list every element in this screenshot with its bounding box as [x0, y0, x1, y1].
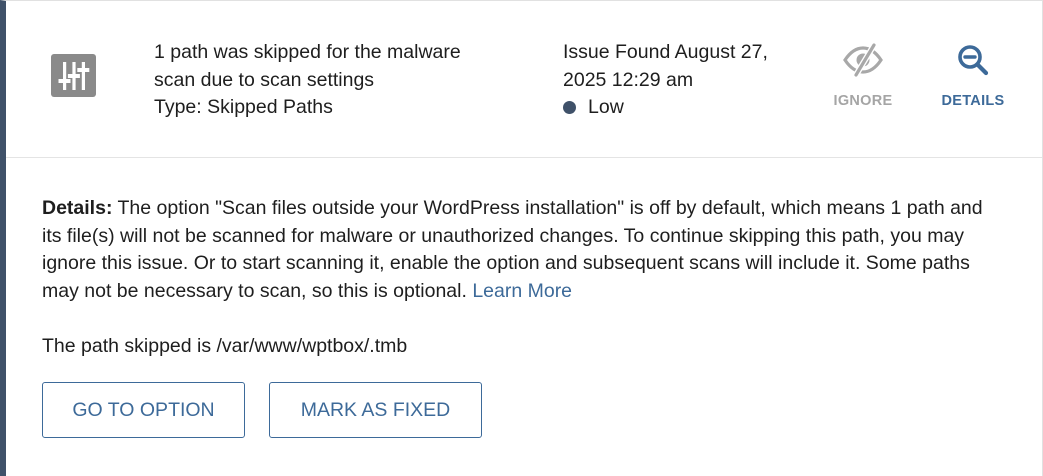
issue-type: Type: Skipped Paths [154, 96, 333, 118]
issue-found-date-line1: Issue Found August 27, [563, 41, 768, 63]
mark-as-fixed-button[interactable]: MARK AS FIXED [269, 382, 482, 438]
details-button[interactable]: DETAILS [936, 41, 1010, 109]
issue-title-line2: scan due to scan settings [154, 68, 375, 91]
go-to-option-button[interactable]: GO TO OPTION [42, 382, 245, 438]
issue-found-info: Issue Found August 27, 2025 12:29 am Low [563, 39, 768, 122]
magnifier-minus-icon [956, 41, 990, 79]
ignore-label: IGNORE [833, 93, 893, 109]
issue-title-line1: 1 path was skipped for the malware [154, 41, 461, 63]
details-label: DETAILS [941, 93, 1005, 109]
issue-header: 1 path was skipped for the malware scan … [6, 1, 1042, 158]
eye-slash-icon [842, 41, 884, 79]
learn-more-link[interactable]: Learn More [472, 280, 572, 302]
issue-found-date-line2: 2025 12:29 am [563, 68, 694, 91]
severity-label: Low [588, 96, 624, 118]
skipped-path-text: The path skipped is /var/www/wptbox/.tmb [42, 335, 408, 357]
issue-details-panel: Details: The option "Scan files outside … [42, 195, 1002, 361]
sliders-icon [51, 54, 96, 97]
severity-indicator: Low [563, 94, 768, 122]
details-heading: Details: [42, 197, 113, 219]
issue-card: 1 path was skipped for the malware scan … [0, 0, 1043, 476]
issue-action-buttons: GO TO OPTION MARK AS FIXED [42, 382, 482, 438]
issue-summary: 1 path was skipped for the malware scan … [154, 39, 461, 122]
details-description: Details: The option "Scan files outside … [42, 195, 1002, 305]
ignore-button[interactable]: IGNORE [828, 41, 898, 109]
severity-dot [563, 101, 576, 115]
